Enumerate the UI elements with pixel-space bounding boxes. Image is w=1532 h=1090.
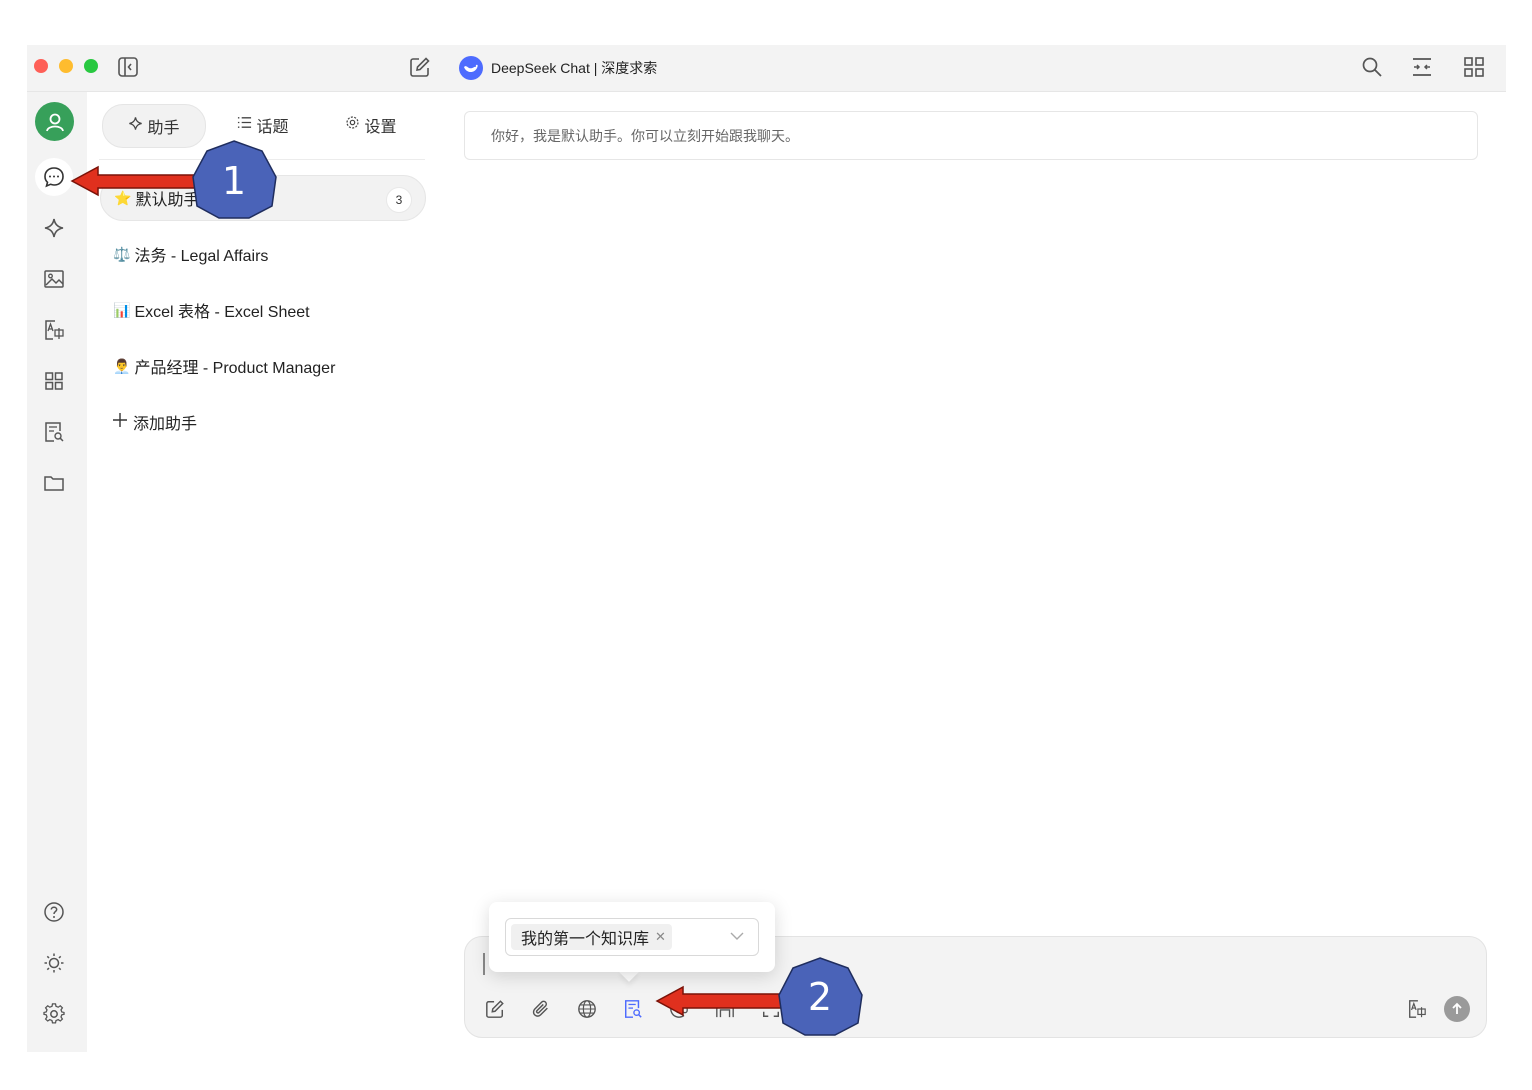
- settings-gear-icon[interactable]: [42, 1002, 66, 1026]
- text-caret: [483, 953, 485, 975]
- tab-assistants-label: 助手: [147, 120, 180, 137]
- plus-icon: [113, 412, 127, 432]
- theme-sun-icon[interactable]: [42, 951, 66, 975]
- gear-icon: [345, 115, 360, 135]
- knowledge-base-popover: 我的第一个知识库 ✕: [489, 902, 775, 972]
- tab-assistants[interactable]: 助手: [102, 104, 206, 148]
- minimize-window-button[interactable]: [59, 59, 73, 73]
- window-title: DeepSeek Chat | 深度求索: [459, 55, 657, 81]
- zoom-window-button[interactable]: [84, 59, 98, 73]
- assistant-item-default[interactable]: ⭐ 默认助手 3: [100, 175, 426, 221]
- sparkle-icon[interactable]: [42, 216, 66, 240]
- list-icon: [237, 115, 252, 135]
- assistant-emoji: 👨‍💼: [113, 357, 131, 374]
- left-icon-rail: [27, 92, 87, 1052]
- expand-icon[interactable]: [759, 997, 783, 1021]
- deepseek-logo-icon: [459, 56, 483, 80]
- annotation-marker-1-number: 1: [221, 159, 247, 203]
- sidebar-toggle-icon[interactable]: [115, 54, 141, 80]
- image-icon[interactable]: [42, 267, 66, 291]
- remove-tag-close-icon[interactable]: ✕: [655, 929, 666, 945]
- assistant-emoji: ⚖️: [113, 245, 131, 262]
- knowledge-base-tag-label: 我的第一个知识库: [521, 931, 650, 948]
- apps-icon[interactable]: [42, 369, 66, 393]
- tab-topics[interactable]: 话题: [212, 104, 314, 146]
- assistant-greeting-message: 你好，我是默认助手。你可以立刻开始跟我聊天。: [464, 111, 1478, 160]
- layout-grid-icon[interactable]: [1461, 54, 1487, 80]
- tabs-divider: [99, 159, 425, 160]
- knowledge-base-icon[interactable]: [621, 997, 645, 1021]
- sparkle-icon: [128, 116, 143, 136]
- narrow-mode-icon[interactable]: [1409, 54, 1435, 80]
- window-title-text: DeepSeek Chat | 深度求索: [491, 60, 658, 76]
- assistant-name: 产品经理 - Product Manager: [134, 360, 336, 377]
- tab-settings[interactable]: 设置: [320, 104, 422, 146]
- greeting-text: 你好，我是默认助手。你可以立刻开始跟我聊天。: [491, 127, 799, 144]
- translate-icon[interactable]: [42, 318, 66, 342]
- knowledge-base-icon[interactable]: [42, 420, 66, 444]
- add-assistant-label: 添加助手: [133, 416, 198, 433]
- topic-count-badge: 3: [386, 187, 412, 213]
- quick-phrase-icon[interactable]: [713, 997, 737, 1021]
- translate-icon[interactable]: [1405, 997, 1429, 1021]
- assistant-emoji: ⭐: [114, 189, 132, 206]
- knowledge-base-select[interactable]: 我的第一个知识库 ✕: [505, 918, 759, 956]
- assistant-name: 默认助手: [135, 192, 200, 209]
- new-chat-edit-icon[interactable]: [407, 54, 433, 80]
- title-bar: DeepSeek Chat | 深度求索: [27, 45, 1506, 92]
- attachment-icon[interactable]: [529, 997, 553, 1021]
- help-icon[interactable]: [42, 900, 66, 924]
- assistants-panel: 助手 话题 设置 ⭐ 默认助手 3 ⚖️ 法务 - Legal Affairs …: [87, 92, 439, 1052]
- assistant-item-excel[interactable]: 📊 Excel 表格 - Excel Sheet: [100, 287, 426, 333]
- panel-tabs: 助手 话题 设置: [102, 104, 427, 148]
- folder-icon[interactable]: [42, 471, 66, 495]
- mention-model-icon[interactable]: [667, 997, 691, 1021]
- chat-icon[interactable]: [42, 165, 66, 189]
- add-assistant-button[interactable]: 添加助手: [113, 410, 197, 434]
- assistant-item-product-manager[interactable]: 👨‍💼 产品经理 - Product Manager: [100, 343, 426, 389]
- web-search-globe-icon[interactable]: [575, 997, 599, 1021]
- annotation-marker-2-number: 2: [807, 975, 833, 1019]
- tab-topics-label: 话题: [256, 119, 289, 136]
- chevron-down-icon[interactable]: [730, 929, 744, 948]
- assistant-name: Excel 表格 - Excel Sheet: [134, 304, 310, 321]
- assistant-name: 法务 - Legal Affairs: [134, 248, 269, 265]
- send-button[interactable]: [1444, 996, 1470, 1022]
- new-topic-edit-icon[interactable]: [483, 997, 507, 1021]
- search-icon[interactable]: [1359, 54, 1385, 80]
- knowledge-base-tag: 我的第一个知识库 ✕: [511, 924, 672, 950]
- user-avatar[interactable]: [35, 102, 74, 141]
- assistant-item-legal[interactable]: ⚖️ 法务 - Legal Affairs: [100, 231, 426, 277]
- assistant-emoji: 📊: [113, 301, 131, 318]
- close-window-button[interactable]: [34, 59, 48, 73]
- tab-settings-label: 设置: [364, 119, 397, 136]
- arrow-up-icon: [1452, 1002, 1462, 1014]
